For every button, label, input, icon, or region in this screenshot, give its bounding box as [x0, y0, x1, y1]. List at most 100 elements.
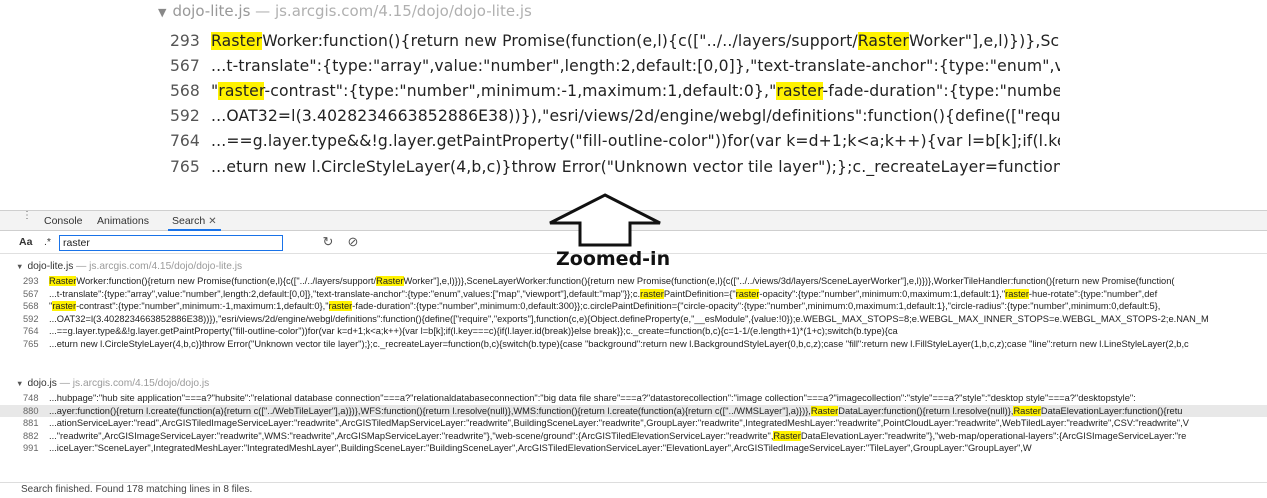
code-text: -fade-duration":{type:"number",minimum:0…: [352, 301, 1161, 312]
tab-label: Animations: [97, 215, 149, 227]
line-number: 567: [170, 57, 200, 75]
zoomed-code-row: 764 ...==g.layer.type&&!g.layer.getPaintP…: [170, 128, 1060, 154]
code-snippet: ...hubpage":"hub site application"===a?"…: [49, 393, 1136, 403]
collapse-triangle-icon[interactable]: ▼: [16, 262, 23, 271]
refresh-icon[interactable]: ↻: [321, 234, 335, 250]
close-icon[interactable]: ✕: [208, 216, 216, 227]
result-file-name: dojo.js: [27, 378, 57, 389]
code-snippet: RasterWorker:function(){return new Promi…: [49, 276, 1175, 286]
code-text: ...OAT32=l(3.4028234663852886E38))}),"es…: [211, 107, 1060, 125]
search-result-row[interactable]: 293 RasterWorker:function(){return new Pr…: [0, 275, 1267, 287]
code-snippet: ...==g.layer.type&&!g.layer.getPaintProp…: [211, 132, 1060, 150]
line-number: 764: [23, 326, 39, 337]
code-snippet: ...OAT32=l(3.4028234663852886E38))}),"es…: [49, 314, 1209, 324]
code-snippet: ...eturn new l.CircleStyleLayer(4,b,c)}t…: [211, 158, 1060, 176]
code-snippet: ...==g.layer.type&&!g.layer.getPaintProp…: [49, 326, 898, 336]
zoomed-file-name: dojo-lite.js: [172, 2, 251, 20]
zoomed-code-row: 567 ...t-translate":{type:"array",value:"…: [170, 53, 1060, 79]
tab-label: Console: [44, 215, 83, 227]
search-result-row[interactable]: 568 "raster-contrast":{type:"number",mini…: [0, 300, 1267, 312]
zoomed-code-row: 592 ...OAT32=l(3.4028234663852886E38))}),…: [170, 103, 1060, 129]
code-text: ...eturn new l.CircleStyleLayer(4,b,c)}t…: [211, 158, 1060, 176]
zoomed-panel: ▼ dojo-lite.js — js.arcgis.com/4.15/dojo/…: [0, 0, 1060, 190]
line-number: 765: [170, 158, 200, 176]
file-separator: —: [250, 2, 275, 20]
search-result-row[interactable]: 567 ...t-translate":{type:"array",value:"…: [0, 288, 1267, 300]
code-text: Worker:function(){return new Promise(fun…: [76, 276, 377, 286]
code-text: ...iceLayer:"SceneLayer",IntegratedMeshL…: [49, 443, 1032, 454]
code-text: ...==g.layer.type&&!g.layer.getPaintProp…: [211, 132, 1060, 150]
result-file-name: dojo-lite.js: [27, 261, 74, 272]
zoomed-file-path: js.arcgis.com/4.15/dojo/dojo-lite.js: [274, 2, 532, 20]
search-result-row[interactable]: 882 ..."readwrite",ArcGISImageServiceLaye…: [0, 430, 1267, 442]
search-result-row[interactable]: 748 ...hubpage":"hub site application"===…: [0, 392, 1267, 404]
line-number: 592: [23, 313, 39, 324]
line-number: 882: [23, 430, 39, 441]
search-result-row[interactable]: 592 ...OAT32=l(3.4028234663852886E38))}),…: [0, 313, 1267, 325]
match-highlight: raster: [640, 288, 664, 299]
code-snippet: "raster-contrast":{type:"number",minimum…: [211, 82, 1060, 100]
tab-console[interactable]: Console: [40, 211, 87, 231]
file-separator: —: [73, 261, 90, 272]
match-highlight: Raster: [49, 276, 77, 286]
line-number: 765: [23, 339, 39, 349]
code-text: DataElevationLayer:"readwrite"},"web-map…: [800, 430, 1187, 441]
code-snippet: ...iceLayer:"SceneLayer",IntegratedMeshL…: [49, 443, 1032, 453]
code-text: ...hubpage":"hub site application"===a?"…: [49, 393, 1136, 403]
clear-icon[interactable]: ⊘: [346, 234, 360, 250]
match-highlight: raster: [1005, 288, 1029, 299]
code-snippet: ...t-translate":{type:"array",value:"num…: [211, 57, 1060, 75]
zoomed-file-header: ▼ dojo-lite.js — js.arcgis.com/4.15/dojo/…: [158, 2, 532, 24]
tab-label: Search: [172, 215, 206, 227]
collapse-triangle-icon[interactable]: ▼: [16, 379, 23, 388]
match-highlight: raster: [328, 301, 353, 312]
match-highlight: raster: [52, 301, 77, 312]
result-file-path: js.arcgis.com/4.15/dojo/dojo.js: [72, 378, 210, 389]
zoomed-code-row: 568 "raster-contrast":{type:"number",mini…: [170, 78, 1060, 104]
search-result-row[interactable]: 881 ...ationServiceLayer:"read",ArcGISTil…: [0, 417, 1267, 429]
line-number: 293: [23, 276, 39, 286]
code-snippet: ...OAT32=l(3.4028234663852886E38))}),"es…: [211, 107, 1060, 125]
match-highlight: raster: [735, 288, 760, 299]
search-input[interactable]: [59, 235, 283, 251]
line-number: 568: [170, 82, 200, 100]
search-result-row[interactable]: 765 ...eturn new l.CircleStyleLayer(4,b,c…: [0, 338, 1267, 350]
result-file-header[interactable]: ▼ dojo.js — js.arcgis.com/4.15/dojo/dojo.…: [16, 377, 209, 391]
tab-animations[interactable]: Animations: [93, 211, 153, 231]
search-result-row[interactable]: 764 ...==g.layer.type&&!g.layer.getPaintP…: [0, 325, 1267, 337]
code-text: DataElevationLayer:function(){retu: [1040, 405, 1183, 416]
code-text: ...OAT32=l(3.4028234663852886E38))}),"es…: [49, 313, 1209, 324]
match-highlight: Raster: [810, 405, 839, 416]
line-number: 881: [23, 418, 39, 429]
line-number: 880: [23, 405, 39, 416]
code-text: Worker"],e,l)})},SceneLayerWorker:functi…: [403, 276, 1175, 286]
code-text: -contrast":{type:"number",minimum:-1,max…: [76, 301, 329, 312]
code-text: PaintDefinition={": [663, 288, 736, 299]
code-snippet: RasterWorker:function(){return new Promi…: [211, 32, 1060, 50]
code-text: ...t-translate":{type:"array",value:"num…: [211, 57, 1060, 75]
drawer-menu-icon[interactable]: ⋮: [22, 211, 32, 221]
result-file-header[interactable]: ▼ dojo-lite.js — js.arcgis.com/4.15/dojo/…: [16, 260, 242, 274]
match-highlight: raster: [218, 82, 265, 100]
search-status: Search finished. Found 178 matching line…: [0, 482, 1267, 498]
line-number: 293: [170, 32, 200, 50]
code-text: DataLayer:function(){return l.resolve(nu…: [838, 405, 1014, 416]
file-separator: —: [56, 378, 73, 389]
code-text: Worker:function(){return new Promise(fun…: [262, 32, 858, 50]
line-number: 568: [23, 301, 39, 312]
match-highlight: Raster: [211, 32, 263, 50]
code-text: -contrast":{type:"number",minimum:-1,max…: [264, 82, 777, 100]
line-number: 592: [170, 107, 200, 125]
regex-toggle[interactable]: .*: [44, 236, 51, 248]
code-text: -hue-rotate":{type:"number",def: [1028, 288, 1158, 299]
search-result-row[interactable]: 880 ...ayer:function(){return l.create(fu…: [0, 404, 1267, 417]
code-text: -opacity":{type:"number",minimum:0,maxim…: [759, 288, 1006, 299]
search-result-row[interactable]: 991 ...iceLayer:"SceneLayer",IntegratedMe…: [0, 442, 1267, 454]
match-highlight: Raster: [773, 430, 801, 441]
result-file-path: js.arcgis.com/4.15/dojo/dojo-lite.js: [89, 261, 243, 272]
line-number: 991: [23, 443, 39, 454]
match-case-toggle[interactable]: Aa: [19, 236, 32, 248]
code-snippet: ...eturn new l.CircleStyleLayer(4,b,c)}t…: [49, 339, 1189, 349]
tab-search[interactable]: Search ✕: [168, 211, 221, 231]
code-snippet: ..."readwrite",ArcGISImageServiceLayer:"…: [49, 430, 1187, 441]
